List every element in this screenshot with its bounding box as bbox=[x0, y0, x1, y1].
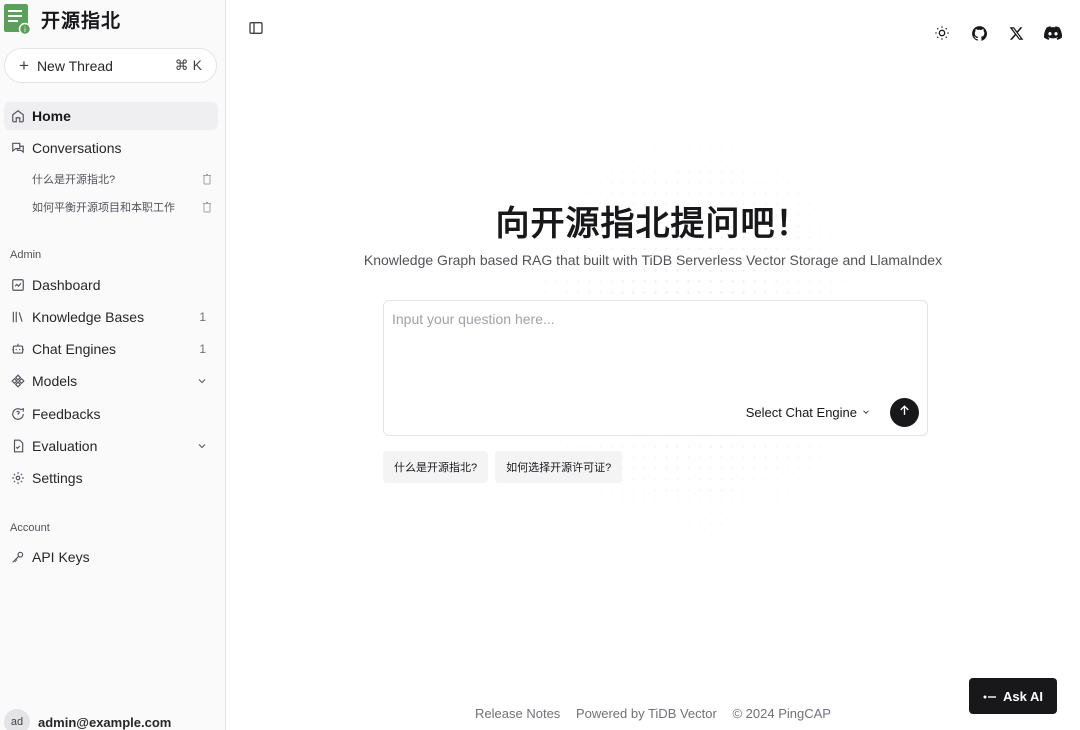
bot-icon bbox=[10, 342, 25, 357]
chevron-down-icon bbox=[196, 375, 208, 387]
footer: Release Notes Powered by TiDB Vector © 2… bbox=[226, 706, 1080, 721]
main-area: 向开源指北提问吧！ Knowledge Graph based RAG that… bbox=[226, 0, 1080, 730]
sidebar-item-label: Evaluation bbox=[32, 438, 98, 454]
sidebar-item-label: Models bbox=[32, 373, 78, 389]
chevron-down-icon bbox=[196, 440, 208, 452]
copyright-text: © 2024 PingCAP bbox=[732, 706, 831, 721]
sidebar-item-label: Chat Engines bbox=[32, 341, 117, 357]
page-title: 向开源指北提问吧！ bbox=[495, 204, 811, 244]
user-email: admin@example.com bbox=[38, 714, 172, 730]
conversation-item[interactable]: 如何平衡开源项目和本职工作 bbox=[4, 195, 218, 219]
chat-engine-select[interactable]: Select Chat Engine bbox=[746, 405, 871, 420]
svg-text:i: i bbox=[24, 26, 26, 34]
sidebar-item-label: Conversations bbox=[32, 140, 122, 156]
trash-icon[interactable] bbox=[201, 201, 213, 214]
sidebar-item-chat-engines[interactable]: Chat Engines 1 bbox=[4, 335, 218, 363]
question-form: Select Chat Engine bbox=[383, 300, 928, 436]
library-icon bbox=[10, 310, 25, 325]
sidebar: i 开源指北 + New Thread ⌘ K Home Conversatio… bbox=[0, 0, 226, 730]
sidebar-item-label: Home bbox=[32, 108, 71, 124]
suggestion-chip[interactable]: 如何选择开源许可证? bbox=[495, 451, 623, 483]
ask-ai-button[interactable]: Ask AI bbox=[969, 678, 1057, 714]
conversation-title: 如何平衡开源项目和本职工作 bbox=[32, 202, 175, 214]
new-thread-button[interactable]: + New Thread ⌘ K bbox=[4, 48, 217, 83]
github-icon[interactable] bbox=[970, 24, 988, 42]
brand-name: 开源指北 bbox=[41, 10, 122, 32]
sidebar-item-dashboard[interactable]: Dashboard bbox=[4, 271, 218, 299]
powered-by-link[interactable]: Powered by TiDB Vector bbox=[576, 706, 717, 721]
shortcut-hint: ⌘ K bbox=[174, 57, 202, 73]
ask-ai-icon bbox=[983, 689, 997, 704]
sidebar-item-home[interactable]: Home bbox=[4, 102, 218, 130]
evaluation-icon bbox=[10, 439, 25, 454]
user-menu[interactable]: ad admin@example.com bbox=[4, 709, 171, 730]
count-badge: 1 bbox=[199, 342, 206, 356]
x-icon[interactable] bbox=[1007, 24, 1025, 42]
sidebar-item-label: API Keys bbox=[32, 549, 90, 565]
gear-icon bbox=[10, 471, 25, 486]
chat-engine-select-label: Select Chat Engine bbox=[745, 405, 857, 420]
section-label-account: Account bbox=[10, 522, 50, 534]
dashboard-icon bbox=[10, 278, 25, 293]
ask-ai-label: Ask AI bbox=[1003, 688, 1043, 704]
brand[interactable]: i 开源指北 bbox=[4, 4, 122, 36]
trash-icon[interactable] bbox=[201, 173, 213, 186]
header-icons bbox=[933, 24, 1062, 42]
conversation-item[interactable]: 什么是开源指北? bbox=[4, 167, 218, 191]
plus-icon: + bbox=[19, 56, 29, 75]
question-input[interactable] bbox=[392, 311, 912, 327]
page-subtitle: Knowledge Graph based RAG that built wit… bbox=[363, 252, 943, 268]
sidebar-item-evaluation[interactable]: Evaluation bbox=[4, 432, 218, 460]
models-icon bbox=[10, 374, 25, 389]
sidebar-item-label: Dashboard bbox=[32, 277, 101, 293]
key-icon bbox=[10, 550, 25, 565]
sidebar-item-models[interactable]: Models bbox=[4, 367, 218, 395]
new-thread-label: New Thread bbox=[36, 57, 113, 74]
sidebar-item-api-keys[interactable]: API Keys bbox=[4, 543, 218, 571]
sidebar-item-label: Knowledge Bases bbox=[32, 309, 145, 325]
sidebar-item-feedbacks[interactable]: Feedbacks bbox=[4, 400, 218, 428]
suggestion-chip[interactable]: 什么是开源指北? bbox=[383, 451, 489, 483]
sidebar-item-conversations[interactable]: Conversations bbox=[4, 134, 218, 162]
feedback-icon bbox=[10, 407, 25, 422]
section-label-admin: Admin bbox=[10, 249, 42, 261]
sidebar-item-label: Feedbacks bbox=[32, 406, 101, 422]
release-notes-link[interactable]: Release Notes bbox=[475, 706, 560, 721]
sidebar-item-label: Settings bbox=[32, 470, 83, 486]
logo-icon: i bbox=[4, 4, 32, 36]
arrow-up-icon bbox=[898, 404, 911, 422]
discord-icon[interactable] bbox=[1044, 24, 1062, 42]
sidebar-toggle-icon[interactable] bbox=[248, 20, 264, 36]
messages-icon bbox=[10, 141, 25, 156]
chevron-down-icon bbox=[861, 405, 871, 420]
conversation-title: 什么是开源指北? bbox=[32, 174, 116, 186]
suggested-questions: 什么是开源指北? 如何选择开源许可证? bbox=[383, 451, 623, 483]
avatar: ad bbox=[4, 709, 30, 730]
sidebar-item-settings[interactable]: Settings bbox=[4, 464, 218, 492]
home-icon bbox=[10, 109, 25, 124]
sun-icon[interactable] bbox=[933, 24, 951, 42]
send-button[interactable] bbox=[890, 398, 919, 427]
sidebar-item-knowledge-bases[interactable]: Knowledge Bases 1 bbox=[4, 303, 218, 331]
count-badge: 1 bbox=[199, 310, 206, 324]
